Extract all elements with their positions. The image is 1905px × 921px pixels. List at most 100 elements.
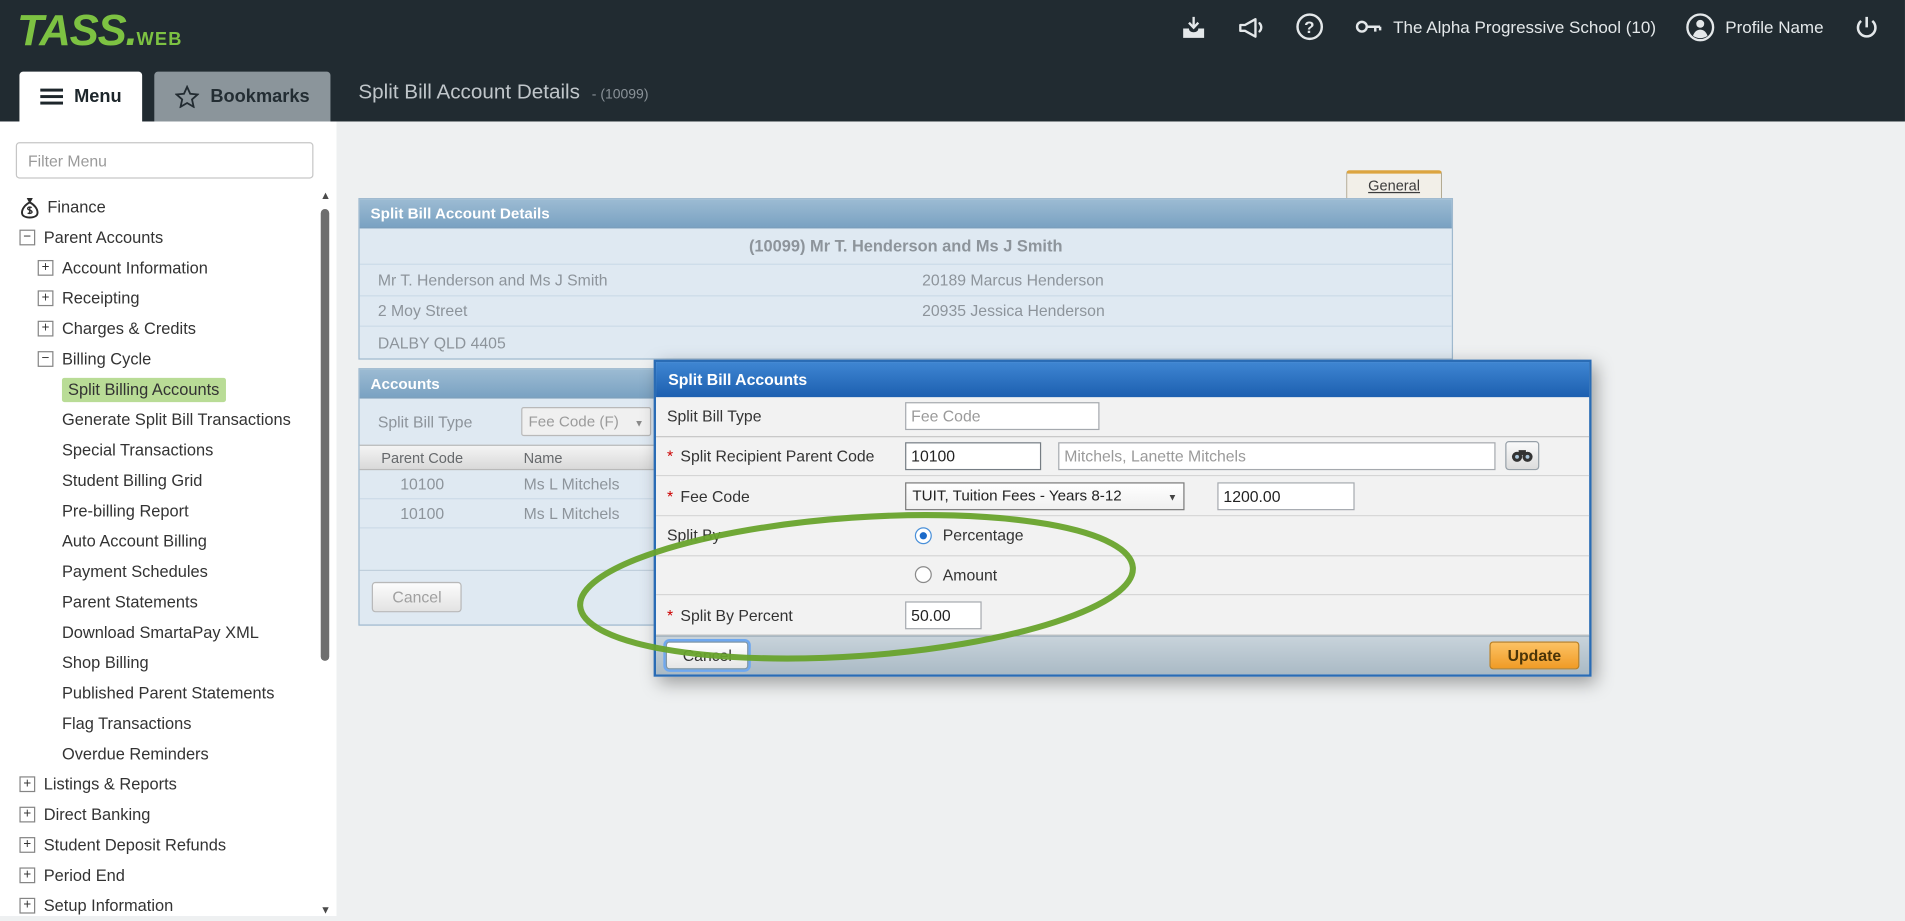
tab-general[interactable]: General <box>1346 170 1442 198</box>
form-row-fee-code: * Fee Code TUIT, Tuition Fees - Years 8-1… <box>656 477 1589 517</box>
sidebar-scrollbar[interactable] <box>318 188 333 917</box>
scroll-up-icon[interactable] <box>318 188 333 203</box>
profile-menu[interactable]: Profile Name <box>1685 12 1823 42</box>
menu-item-label: Payment Schedules <box>62 562 208 580</box>
menu-tree-item[interactable]: Auto Account Billing <box>0 526 316 556</box>
menu-item-label: Student Deposit Refunds <box>44 836 226 854</box>
topbar-actions: ? The Alpha Progressive School (10) Prof… <box>1179 0 1880 53</box>
required-marker: * <box>667 447 673 465</box>
fee-amount-input[interactable] <box>1217 482 1354 510</box>
amount-radio[interactable] <box>915 567 932 584</box>
menu-item-label: Billing Cycle <box>62 350 151 368</box>
menu-tree-item[interactable]: Billing Cycle <box>0 344 316 374</box>
hamburger-icon <box>40 87 63 105</box>
downloads-icon[interactable] <box>1179 13 1207 41</box>
expand-icon[interactable] <box>38 290 54 306</box>
menu-tree-item[interactable]: Setup Information <box>0 891 316 921</box>
split-percent-input[interactable] <box>905 601 982 629</box>
fee-code-select[interactable]: TUIT, Tuition Fees - Years 8-12 <box>905 482 1184 510</box>
collapse-icon[interactable] <box>19 230 35 246</box>
menu-tree-item[interactable]: Flag Transactions <box>0 708 316 738</box>
label-text: Fee Code <box>680 487 749 505</box>
menu-tree-item[interactable]: Parent Accounts <box>0 222 316 252</box>
scrollbar-thumb[interactable] <box>321 209 330 661</box>
menu-tree-item[interactable]: Listings & Reports <box>0 769 316 799</box>
profile-icon <box>1685 12 1715 42</box>
help-icon[interactable]: ? <box>1296 13 1323 40</box>
expand-icon[interactable] <box>19 837 35 853</box>
expand-icon[interactable] <box>38 260 54 276</box>
cancel-button[interactable]: Cancel <box>666 641 749 669</box>
menu-tree-item[interactable]: Generate Split Bill Transactions <box>0 405 316 435</box>
scroll-down-icon[interactable] <box>318 903 333 918</box>
menu-tree-item[interactable]: Student Billing Grid <box>0 465 316 495</box>
menu-tree-item[interactable]: Parent Statements <box>0 587 316 617</box>
dialog-form: Split Bill Type * Split Recipient Parent … <box>656 397 1589 635</box>
menu-tree-item[interactable]: Period End <box>0 860 316 890</box>
recipient-code-input[interactable] <box>905 442 1041 470</box>
expand-icon[interactable] <box>38 321 54 337</box>
percentage-radio[interactable] <box>915 527 932 544</box>
page-title: Split Bill Account Details - (10099) <box>358 80 648 104</box>
accounts-cancel-button[interactable]: Cancel <box>372 582 462 612</box>
logo-text: TASS. <box>17 5 136 55</box>
tass-logo[interactable]: TASS.WEB <box>17 5 183 56</box>
label-text: Split Recipient Parent Code <box>680 447 874 465</box>
split-bill-type-label: Split Bill Type <box>378 412 521 430</box>
dialog-footer: Cancel Update <box>656 635 1589 674</box>
star-icon <box>175 85 199 108</box>
main-content: General Split Bill Account Details (1009… <box>337 121 1905 916</box>
bookmarks-tab-label: Bookmarks <box>210 86 309 107</box>
lookup-button[interactable] <box>1505 442 1539 471</box>
menu-tab[interactable]: Menu <box>19 72 142 122</box>
menu-tree-item[interactable]: Pre-billing Report <box>0 496 316 526</box>
announcements-icon[interactable] <box>1236 13 1266 41</box>
school-selector[interactable]: The Alpha Progressive School (10) <box>1352 11 1656 43</box>
update-button[interactable]: Update <box>1489 641 1579 669</box>
fee-code-selected-value: TUIT, Tuition Fees - Years 8-12 <box>912 487 1121 504</box>
menu-tree-item[interactable]: Published Parent Statements <box>0 678 316 708</box>
menu-tree-item[interactable]: Account Information <box>0 253 316 283</box>
school-name: The Alpha Progressive School (10) <box>1393 17 1656 36</box>
menu-tree-item[interactable]: Receipting <box>0 283 316 313</box>
filter-menu-input[interactable] <box>16 142 314 178</box>
menu-item-label: Direct Banking <box>44 805 151 823</box>
student-line: 20189 Marcus Henderson <box>918 271 1451 289</box>
expand-icon[interactable] <box>19 776 35 792</box>
form-row-recipient: * Split Recipient Parent Code <box>656 437 1589 477</box>
collapse-icon[interactable] <box>38 351 54 367</box>
expand-icon[interactable] <box>19 898 35 914</box>
logout-icon[interactable] <box>1853 13 1881 41</box>
menu-item-label: Listings & Reports <box>44 775 177 793</box>
menu-tree-item[interactable]: Payment Schedules <box>0 556 316 586</box>
menu-tree-item[interactable]: Charges & Credits <box>0 313 316 343</box>
split-bill-type-input[interactable] <box>905 403 1099 431</box>
expand-icon[interactable] <box>19 867 35 883</box>
sidebar-tabs: Menu Bookmarks <box>19 72 330 122</box>
menu-item-label: Charges & Credits <box>62 320 196 338</box>
menu-tree-item[interactable]: Overdue Reminders <box>0 739 316 769</box>
split-bill-type-value: Fee Code (F) <box>528 413 618 430</box>
menu-tree-item[interactable]: Download SmartaPay XML <box>0 617 316 647</box>
name-cell: Ms L Mitchels <box>485 504 620 522</box>
recipient-name-input[interactable] <box>1058 442 1495 470</box>
menu-tree-item[interactable]: Direct Banking <box>0 799 316 829</box>
menu-tree-item[interactable]: Special Transactions <box>0 435 316 465</box>
menu-item-label: Special Transactions <box>62 441 213 459</box>
address-line: Mr T. Henderson and Ms J Smith <box>360 271 919 289</box>
menu-tree-item[interactable]: Finance <box>0 192 316 222</box>
amount-radio-label[interactable]: Amount <box>943 566 997 584</box>
split-bill-type-select[interactable]: Fee Code (F) <box>521 407 651 436</box>
menu-tree-item[interactable]: Split Billing Accounts <box>0 374 316 404</box>
label-text: Split By Percent <box>680 606 792 624</box>
details-panel: Split Bill Account Details (10099) Mr T.… <box>358 198 1453 360</box>
bookmarks-tab[interactable]: Bookmarks <box>155 72 331 122</box>
recipient-field-label: * Split Recipient Parent Code <box>656 447 905 465</box>
split-bill-type-field-label: Split Bill Type <box>656 407 905 425</box>
student-line: 20935 Jessica Henderson <box>918 302 1451 320</box>
menu-tree-item[interactable]: Student Deposit Refunds <box>0 830 316 860</box>
required-marker: * <box>667 487 673 505</box>
percentage-radio-label[interactable]: Percentage <box>943 526 1024 544</box>
menu-tree-item[interactable]: Shop Billing <box>0 648 316 678</box>
expand-icon[interactable] <box>19 807 35 823</box>
